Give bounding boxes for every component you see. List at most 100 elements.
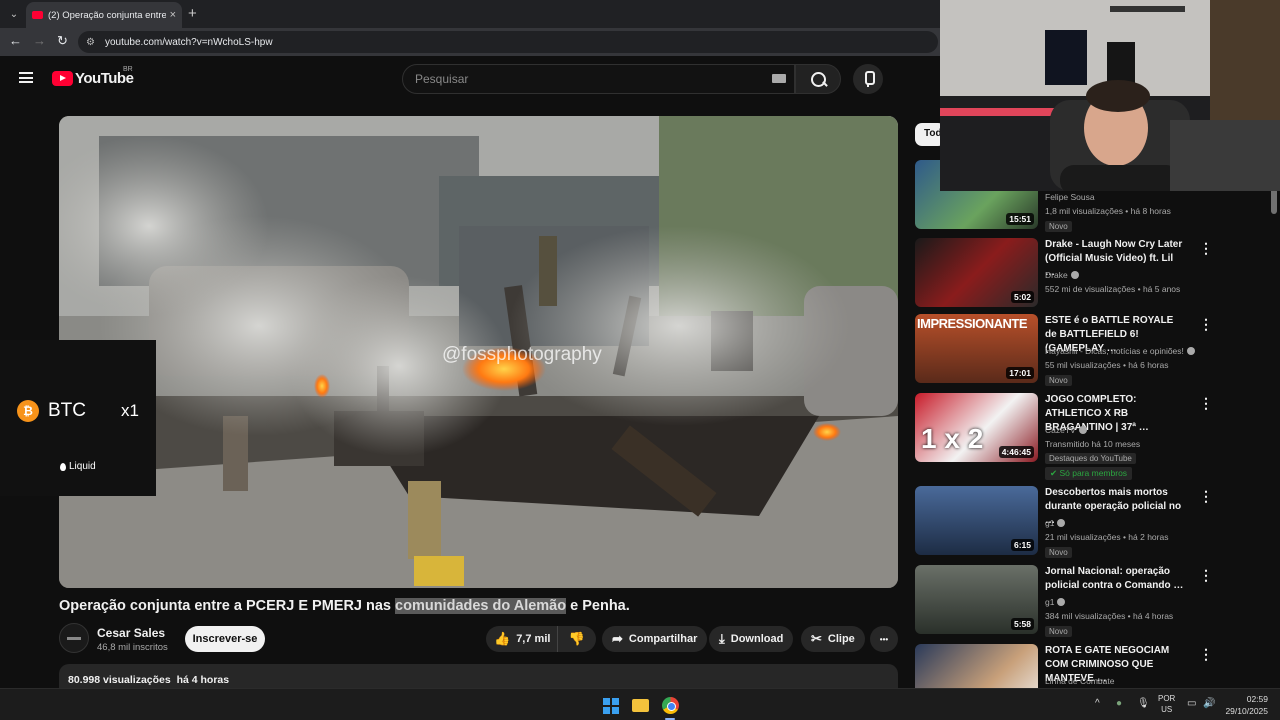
video-meta: Transmitido há 10 meses	[1045, 439, 1141, 449]
tab-search-button[interactable]: ⌄	[4, 4, 24, 24]
reload-button[interactable]: ↻	[57, 33, 68, 49]
url-text: youtube.com/watch?v=nWchoLS-hpw	[104, 36, 273, 48]
video-watermark: @fossphotography	[442, 344, 602, 365]
clock-date: 29/10/2025	[1225, 706, 1268, 716]
view-count-and-date: 80.998 visualizações há 4 horas	[68, 674, 229, 686]
more-options-icon[interactable]: ⋮	[1199, 488, 1213, 505]
ad-brand: Liquid	[69, 461, 96, 472]
subscriber-count: 46,8 mil inscritos	[97, 642, 168, 653]
channel-name[interactable]: Felipe Sousa	[1045, 192, 1095, 202]
channel-name[interactable]: CazéTV	[1045, 425, 1087, 435]
voice-search-button[interactable]	[853, 64, 883, 94]
video-thumbnail[interactable]: 5:58	[915, 565, 1038, 634]
scissors-icon: ✂	[811, 631, 822, 646]
new-badge: Novo	[1045, 547, 1072, 558]
liquid-drop-icon	[60, 463, 66, 471]
thumbnail-caption: IMPRESSIONANTE	[917, 316, 1028, 331]
channel-name[interactable]: Drake	[1045, 270, 1079, 280]
keyboard-layout: US	[1161, 705, 1173, 714]
channel-avatar[interactable]	[59, 623, 89, 653]
video-meta: 552 mi de visualizações • há 5 anos	[1045, 284, 1181, 294]
more-options-icon[interactable]: ⋮	[1199, 646, 1213, 663]
system-clock[interactable]: 02:59 29/10/2025	[1222, 693, 1268, 717]
search-input[interactable]: Pesquisar	[402, 64, 795, 94]
new-badge: Novo	[1045, 626, 1072, 637]
more-options-icon[interactable]: ⋮	[1199, 240, 1213, 257]
video-thumbnail[interactable]: 1 x 2 4:46:45	[915, 393, 1038, 462]
ad-multiplier: x1	[121, 401, 139, 420]
dislike-button[interactable]: 👎	[558, 631, 596, 647]
duration: 4:46:45	[998, 446, 1034, 458]
share-button[interactable]: ➦ Compartilhar	[602, 626, 708, 652]
duration: 17:01	[1006, 367, 1034, 379]
new-badge: Novo	[1045, 221, 1072, 232]
channel-label: Drake	[1045, 270, 1068, 280]
browser-tab[interactable]: (2) Operação conjunta entre a P ×	[26, 2, 182, 28]
channel-name[interactable]: g1	[1045, 597, 1066, 607]
youtube-favicon-icon	[32, 11, 43, 19]
video-thumbnail[interactable]: 6:15	[915, 486, 1038, 555]
volume-icon[interactable]: 🔊	[1203, 698, 1215, 709]
verified-icon	[1186, 347, 1195, 355]
video-title[interactable]: Jornal Nacional: operação policial contr…	[1045, 565, 1185, 593]
chrome-icon[interactable]	[662, 697, 679, 714]
video-thumbnail[interactable]	[915, 644, 1038, 688]
duration: 5:02	[1010, 291, 1034, 303]
recommendation-item[interactable]: ROTA E GATE NEGOCIAM COM CRIMINOSO QUE M…	[915, 644, 1275, 688]
video-thumbnail[interactable]: IMPRESSIONANTE 17:01	[915, 314, 1038, 383]
youtube-play-icon	[52, 71, 73, 86]
channel-name[interactable]: Cesar Sales	[97, 626, 165, 640]
upload-age: há 4 horas	[176, 674, 230, 686]
like-count: 7,7 mil	[516, 633, 551, 645]
tray-app-icon[interactable]: ●	[1116, 698, 1122, 709]
address-bar[interactable]: ⚙ youtube.com/watch?v=nWchoLS-hpw	[78, 31, 938, 53]
thumbs-up-icon: 👍	[494, 631, 511, 646]
score-caption: 1 x 2	[921, 423, 984, 454]
more-options-icon[interactable]: ⋮	[1199, 567, 1213, 584]
input-language[interactable]: POR US	[1158, 693, 1175, 715]
channel-label: g1	[1045, 518, 1055, 528]
channel-label: CazéTV	[1045, 425, 1076, 435]
video-player[interactable]: @fossphotography	[59, 116, 898, 588]
clip-button[interactable]: ✂ Clipe	[801, 626, 865, 652]
subscribe-button[interactable]: Inscrever-se	[185, 626, 265, 652]
search-button[interactable]	[795, 64, 841, 94]
video-title[interactable]: Descobertos mais mortos durante operação…	[1045, 486, 1185, 528]
btc-ad-card[interactable]: ₿ BTC x1 Liquid	[0, 340, 156, 496]
channel-name[interactable]: Linha de Combate	[1045, 676, 1114, 686]
new-tab-button[interactable]: +	[188, 5, 197, 22]
more-actions-button[interactable]: •••	[870, 626, 898, 652]
file-explorer-icon[interactable]	[632, 699, 649, 712]
more-options-icon[interactable]: ⋮	[1199, 316, 1213, 333]
video-meta: 55 mil visualizações • há 6 horas	[1045, 360, 1169, 370]
members-label: Só para membros	[1059, 468, 1128, 478]
verified-icon	[1057, 598, 1066, 606]
site-info-icon[interactable]: ⚙	[86, 37, 95, 48]
share-icon: ➦	[612, 631, 623, 646]
view-count: 80.998 visualizações	[68, 674, 171, 686]
channel-name[interactable]: Hayashii - Dicas, notícias e opiniões!	[1045, 346, 1195, 356]
duration: 6:15	[1010, 539, 1034, 551]
network-icon[interactable]: ▭	[1187, 698, 1196, 709]
keyboard-icon[interactable]	[772, 74, 786, 83]
like-button[interactable]: 👍 7,7 mil	[486, 626, 558, 652]
channel-name[interactable]: g1	[1045, 518, 1066, 528]
windows-start-icon[interactable]	[603, 698, 619, 714]
back-button[interactable]: ←	[9, 33, 22, 48]
microphone-icon[interactable]: 🎙	[1137, 698, 1150, 709]
clock-time: 02:59	[1246, 694, 1268, 704]
tab-close-icon[interactable]: ×	[170, 9, 176, 21]
download-icon: ⤓	[719, 631, 725, 646]
verified-icon	[1070, 271, 1079, 279]
download-button[interactable]: ⤓ Download	[709, 626, 794, 652]
more-options-icon[interactable]: ⋮	[1199, 395, 1213, 412]
tray-overflow-icon[interactable]: ^	[1095, 698, 1100, 709]
menu-icon[interactable]	[19, 72, 33, 83]
like-dislike-group: 👍 7,7 mil 👎	[486, 626, 596, 652]
video-thumbnail[interactable]: 5:02	[915, 238, 1038, 307]
webcam-overlay	[940, 0, 1280, 191]
video-meta: 21 mil visualizações • há 2 horas	[1045, 532, 1169, 542]
youtube-logo[interactable]: YouTube BR	[52, 66, 134, 87]
forward-button[interactable]: →	[33, 33, 46, 48]
highlights-badge: Destaques do YouTube	[1045, 453, 1136, 464]
